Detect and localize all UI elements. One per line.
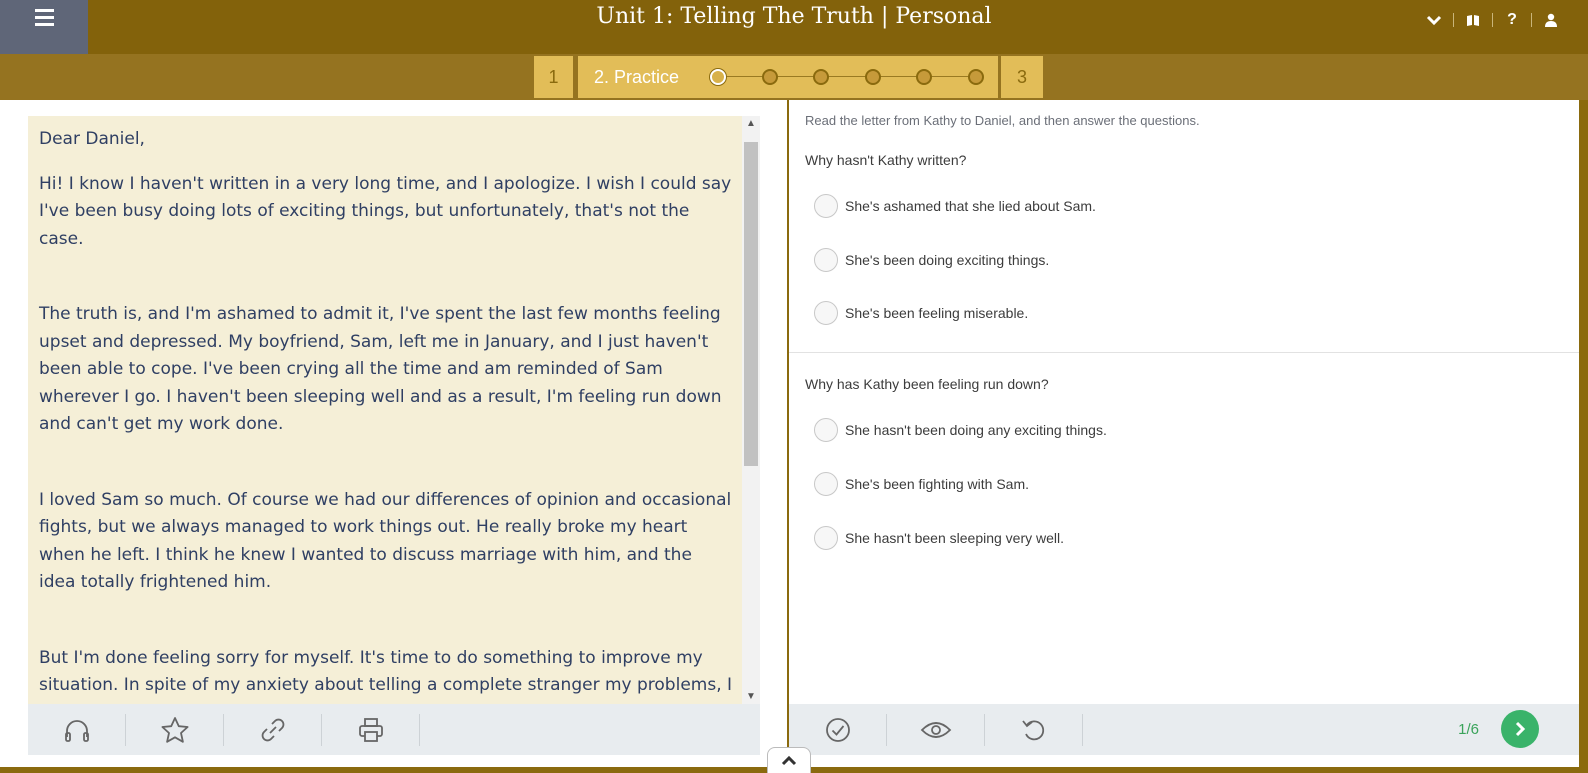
progress-dots <box>710 68 984 86</box>
scroll-thumb[interactable] <box>744 142 758 466</box>
radio-button[interactable] <box>814 194 838 218</box>
step-2-label: 2. Practice <box>594 66 680 87</box>
reading-toolbar <box>28 704 760 755</box>
chevron-right-icon <box>1515 721 1526 737</box>
check-icon[interactable] <box>789 713 887 746</box>
scroll-up-icon[interactable]: ▲ <box>742 118 760 129</box>
exercise-panel: Read the letter from Kathy to Daniel, an… <box>789 100 1579 767</box>
chevron-up-icon <box>781 755 797 765</box>
option-label: She hasn't been sleeping very well. <box>845 530 1065 546</box>
collapse-toggle[interactable] <box>767 747 811 773</box>
chevron-down-icon[interactable] <box>1415 8 1453 32</box>
progress-dot[interactable] <box>916 69 932 85</box>
step-1-tab[interactable]: 1 <box>534 56 573 98</box>
stepper-band: 1 2. Practice 3 <box>0 54 1588 100</box>
top-bar: Unit 1: Telling The Truth | Personal ? <box>0 0 1588 54</box>
book-icon[interactable] <box>1454 8 1492 32</box>
divider <box>789 352 1579 353</box>
progress-dot[interactable] <box>864 69 881 85</box>
option-label: She hasn't been doing any exciting thing… <box>845 422 1107 438</box>
radio-button[interactable] <box>814 248 838 272</box>
undo-icon[interactable] <box>985 713 1083 746</box>
help-icon[interactable]: ? <box>1493 8 1531 32</box>
scroll-down-icon[interactable]: ▼ <box>742 691 760 702</box>
next-button[interactable] <box>1501 710 1539 748</box>
headphones-icon[interactable] <box>28 713 126 746</box>
letter-paragraph: The truth is, and I'm ashamed to admit i… <box>39 304 722 434</box>
user-icon[interactable] <box>1532 8 1570 32</box>
radio-button[interactable] <box>814 472 838 496</box>
page-counter: 1/6 <box>1458 721 1479 738</box>
letter-greeting: Dear Daniel, <box>39 129 145 149</box>
letter-paragraph: Hi! I know I haven't written in a very l… <box>39 173 732 249</box>
progress-dot[interactable] <box>813 69 829 85</box>
radio-button[interactable] <box>814 301 838 325</box>
option-2c[interactable]: She hasn't been sleeping very well. <box>814 526 1064 550</box>
option-1c[interactable]: She's been feeling miserable. <box>814 301 1028 325</box>
progress-dot[interactable] <box>710 69 726 85</box>
eye-icon[interactable] <box>887 713 985 746</box>
reading-panel: Dear Daniel, Hi! I know I haven't writte… <box>0 100 787 767</box>
question-1: Why hasn't Kathy written? <box>805 152 967 168</box>
question-2: Why has Kathy been feeling run down? <box>805 376 1049 392</box>
letter-text: Dear Daniel, Hi! I know I haven't writte… <box>28 116 742 704</box>
radio-button[interactable] <box>814 526 838 550</box>
star-icon[interactable] <box>126 713 224 746</box>
option-label: She's been feeling miserable. <box>845 305 1029 321</box>
letter-paragraph: I loved Sam so much. Of course we had ou… <box>39 489 732 593</box>
option-label: She's been doing exciting things. <box>845 252 1050 268</box>
top-icon-group: ? <box>1415 8 1570 32</box>
instruction-text: Read the letter from Kathy to Daniel, an… <box>805 113 1200 128</box>
letter-paragraph: But I'm done feeling sorry for myself. I… <box>39 647 733 705</box>
page-title: Unit 1: Telling The Truth | Personal <box>596 4 992 29</box>
radio-button[interactable] <box>814 418 838 442</box>
option-2a[interactable]: She hasn't been doing any exciting thing… <box>814 418 1107 442</box>
option-1b[interactable]: She's been doing exciting things. <box>814 248 1049 272</box>
option-label: She's been fighting with Sam. <box>845 476 1030 492</box>
step-2-tab[interactable]: 2. Practice <box>578 56 998 98</box>
progress-dot[interactable] <box>761 69 778 85</box>
exercise-toolbar: 1/6 <box>789 704 1579 755</box>
option-2b[interactable]: She's been fighting with Sam. <box>814 472 1029 496</box>
step-3-tab[interactable]: 3 <box>1001 56 1043 98</box>
link-icon[interactable] <box>224 713 322 746</box>
print-icon[interactable] <box>322 713 420 746</box>
letter-scrollbar[interactable]: ▲ ▼ <box>742 116 760 704</box>
option-1a[interactable]: She's ashamed that she lied about Sam. <box>814 194 1096 218</box>
option-label: She's ashamed that she lied about Sam. <box>845 198 1096 214</box>
progress-dot[interactable] <box>967 69 984 85</box>
